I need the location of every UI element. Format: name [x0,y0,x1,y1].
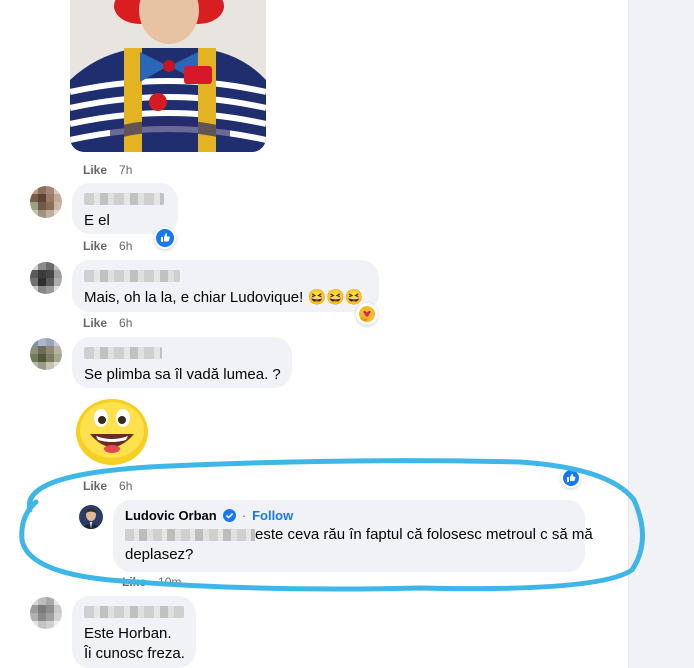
reply-text-part1: este ceva rău în faptul că folosesc metr… [255,526,593,543]
follow-button[interactable]: Follow [252,508,293,523]
comment-text: E el [84,212,110,229]
reply-text-part2: deplasez? [125,546,194,563]
separator-dot: · [241,508,247,523]
avatar[interactable] [30,262,62,294]
comment-bubble: Se plimba sa îl vadă lumea. ? [72,337,292,388]
grinning-face-sticker-icon [76,399,148,465]
reaction-badge[interactable] [561,468,581,488]
comments-panel: Like 7h E el Like 6h Mais, oh la la, e c… [0,0,628,668]
blurred-author-name[interactable] [84,606,184,618]
like-link[interactable]: Like [83,316,107,330]
blurred-author-name[interactable] [84,347,162,359]
reply-header: Ludovic Orban · Follow [125,508,573,523]
grinning-face-sticker [74,396,150,466]
reply-author-avatar[interactable] [79,505,103,529]
comment-text-line2: Îi cunosc freza. [84,645,185,662]
comment-text: Mais, oh la la, e chiar Ludovique! 😆😆😆 [84,289,364,306]
care-reaction-badge[interactable] [356,303,378,325]
author-photo-image [79,505,103,529]
reply-bubble: Ludovic Orban · Follow este ceva rău în … [113,500,593,572]
blurred-author-name[interactable] [84,193,164,205]
comment-bubble: Mais, oh la la, e chiar Ludovique! 😆😆😆 [72,260,379,312]
comment-bubble: Este Horban. Îi cunosc freza. [72,596,196,668]
comment-meta: Like 6h [83,479,132,493]
avatar[interactable] [30,338,62,370]
clown-photo-image [70,0,266,152]
like-link[interactable]: Like [83,163,107,177]
comment-meta: Like 6h [83,316,132,330]
comment-text: Se plimba sa îl vadă lumea. ? [84,366,281,383]
like-link[interactable]: Like [83,239,107,253]
comment-text-line1: Este Horban. [84,625,172,642]
avatar[interactable] [30,597,62,629]
like-icon [563,470,579,486]
reply-author-name[interactable]: Ludovic Orban [125,508,217,523]
avatar[interactable] [30,186,62,218]
comment-meta: Like 7h [83,163,132,177]
blurred-mention[interactable] [125,529,255,542]
comment-time[interactable]: 6h [119,479,132,493]
verified-badge-icon [222,509,236,522]
comment-time[interactable]: 6h [119,316,132,330]
like-link[interactable]: Like [83,479,107,493]
like-reaction-badge[interactable] [154,227,176,249]
like-icon [156,229,174,247]
comment-meta: Like 6h [83,239,132,253]
reply-time[interactable]: 10m [158,575,181,589]
care-icon [359,306,375,322]
reply-meta: Like 10m [122,575,181,589]
comment-time[interactable]: 6h [119,239,132,253]
reply-text: este ceva rău în faptul că folosesc metr… [125,525,593,545]
like-link[interactable]: Like [122,575,146,589]
right-sidebar [628,0,694,668]
comment-time[interactable]: 7h [119,163,132,177]
comment-photo[interactable] [70,0,266,152]
blurred-author-name[interactable] [84,270,180,282]
